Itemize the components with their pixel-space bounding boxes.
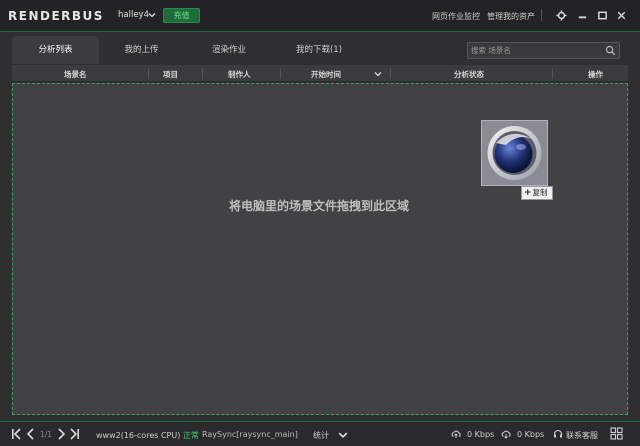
column-divider [202,68,203,79]
recharge-button[interactable]: 充值 [163,8,200,23]
column-divider [390,68,391,79]
maximize-icon[interactable] [597,10,608,21]
contact-support-link[interactable]: 联系客服 [566,430,598,441]
search-icon[interactable] [605,45,616,56]
gear-icon[interactable] [556,10,567,21]
cinema4d-logo-icon [487,126,542,180]
download-speed: 0 Kbps [517,430,545,439]
cinema4d-file-icon [481,120,548,186]
column-project[interactable]: 项目 [163,69,178,80]
username[interactable]: halley4 [118,10,149,20]
sort-chevron-down-icon[interactable] [374,70,382,78]
search-box [467,42,620,59]
tab-my-downloads[interactable]: 我的下载(1) [274,36,364,64]
divider [541,9,542,21]
column-start-time[interactable]: 开始时间 [311,69,341,80]
machine-info: www2(16-cores CPU) 正常 [96,431,199,440]
column-producer[interactable]: 制作人 [228,69,251,80]
page-indicator: 1/1 [40,430,53,439]
tab-analysis-list[interactable]: 分析列表 [12,36,99,64]
drag-copy-tooltip: +复制 [521,186,553,200]
download-cloud-icon [501,430,511,439]
search-input[interactable] [471,44,599,57]
column-divider [148,68,149,79]
status-bar: 1/1 www2(16-cores CPU) 正常 RaySync[raysyn… [0,421,640,446]
upload-cloud-icon [451,430,461,438]
column-divider [280,68,281,79]
tab-my-uploads[interactable]: 我的上传 [99,36,184,64]
upload-speed: 0 Kbps [467,430,495,439]
table-header: 场景名 项目 制作人 开始时间 分析状态 操作 [12,65,628,82]
tab-render-jobs[interactable]: 渲染作业 [184,36,274,64]
machine-status: 正常 [182,431,199,440]
last-page-icon[interactable] [69,428,80,440]
manage-assets-link[interactable]: 管理我的资产 [487,11,535,22]
column-actions[interactable]: 操作 [588,69,603,80]
transfer-engine: RaySync[raysync_main] [202,430,298,439]
column-analysis-status[interactable]: 分析状态 [454,69,484,80]
close-icon[interactable] [616,10,627,21]
headset-icon[interactable] [553,429,563,439]
chevron-down-icon[interactable] [148,11,156,19]
stats-dropdown[interactable]: 统计 [313,430,329,441]
app-logo: RenderBus [8,9,104,23]
title-bar: RenderBus halley4 充值 网页作业监控 管理我的资产 [0,0,640,32]
web-job-monitor-link[interactable]: 网页作业监控 [432,11,480,22]
grid-view-icon[interactable] [610,427,623,440]
next-page-icon[interactable] [56,428,67,440]
minimize-icon[interactable] [577,10,588,21]
chevron-down-icon[interactable] [338,430,348,440]
prev-page-icon[interactable] [25,428,36,440]
file-drop-zone[interactable]: 将电脑里的场景文件拖拽到此区域 +复制 [12,83,628,415]
first-page-icon[interactable] [11,428,22,440]
column-scene-name[interactable]: 场景名 [64,69,87,80]
column-divider [552,68,553,79]
